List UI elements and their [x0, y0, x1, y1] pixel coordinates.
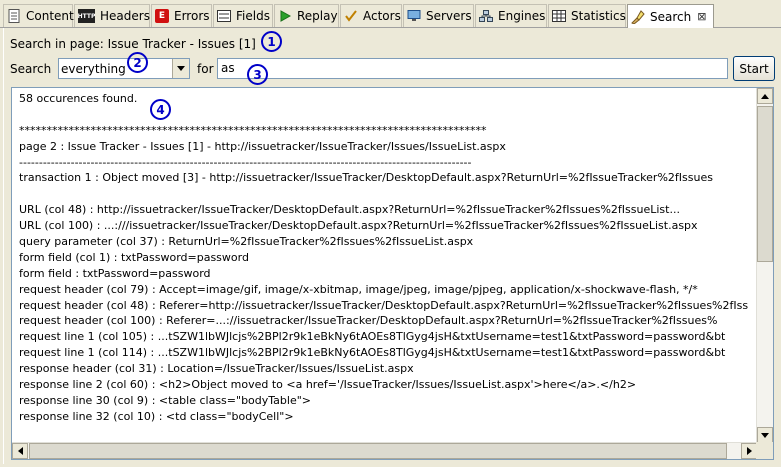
tab-replay-label: Replay [297, 9, 338, 23]
tab-errors-label: Errors [174, 9, 210, 23]
network-icon [479, 9, 493, 23]
tab-actors-label: Actors [363, 9, 401, 23]
result-line: URL (col 48) : http://issuetracker/Issue… [19, 203, 680, 217]
search-panel: Search in page: Issue Tracker - Issues [… [3, 28, 778, 464]
fields-icon [217, 9, 231, 23]
flashlight-icon [631, 9, 645, 24]
callout-2: 2 [127, 52, 148, 73]
tab-headers-label: Headers [100, 9, 150, 23]
result-line: response line 32 (col 10) : <td class="b… [19, 409, 294, 423]
result-line: URL (col 100) : ...:///issuetracker/Issu… [19, 219, 698, 233]
result-line: transaction 1 : Object moved [3] - http:… [19, 171, 713, 185]
tab-actors[interactable]: Actors [340, 4, 402, 27]
error-icon: E [155, 9, 169, 23]
result-line: request line 1 (col 105) : ...tSZW1lbWJl… [19, 330, 726, 344]
vertical-scrollbar[interactable] [756, 88, 773, 443]
tab-engines-label: Engines [498, 9, 546, 23]
tab-replay[interactable]: Replay [274, 4, 339, 27]
scope-dropdown-value: everything [61, 61, 126, 76]
result-line: response line 2 (col 60) : <h2>Object mo… [19, 378, 637, 392]
chevron-down-icon[interactable] [172, 59, 189, 78]
tab-engines[interactable]: Engines [475, 4, 547, 27]
scroll-left-button[interactable] [12, 443, 28, 459]
results-text: 58 occurences found. ********************… [19, 91, 749, 438]
tab-content[interactable]: Content [3, 4, 74, 27]
tab-search[interactable]: Search ⊠ [627, 4, 714, 28]
result-line [19, 186, 749, 202]
result-line: ----------------------------------------… [19, 155, 472, 169]
tab-content-label: Content [26, 9, 74, 23]
tab-servers[interactable]: Servers [403, 4, 474, 27]
tab-headers[interactable]: HTTP Headers [74, 4, 150, 27]
horizontal-scrollbar[interactable] [12, 442, 757, 459]
tab-statistics-label: Statistics [571, 9, 626, 23]
callout-3: 3 [247, 64, 268, 85]
result-line: request header (col 79) : Accept=image/g… [19, 282, 698, 296]
result-line: request header (col 48) : Referer=http:/… [19, 298, 749, 312]
result-line: page 2 : Issue Tracker - Issues [1] - ht… [19, 139, 506, 153]
search-page-label: Search in page: Issue Tracker - Issues [… [10, 37, 256, 51]
result-line: form field : txtPassword=password [19, 266, 211, 280]
scroll-right-button[interactable] [741, 443, 757, 459]
start-button[interactable]: Start [733, 56, 775, 81]
for-label: for [197, 62, 214, 76]
result-line: form field (col 1) : txtPassword=passwor… [19, 250, 249, 264]
result-line: response header (col 31) : Location=/Iss… [19, 362, 414, 376]
tab-fields[interactable]: Fields [213, 4, 273, 27]
play-icon [278, 9, 292, 23]
results-pane[interactable]: 58 occurences found. ********************… [11, 87, 774, 460]
scope-dropdown[interactable]: everything [58, 58, 190, 79]
scrollbar-corner [756, 442, 773, 459]
vertical-scroll-thumb[interactable] [757, 106, 773, 262]
page-icon [7, 9, 21, 23]
close-icon[interactable]: ⊠ [697, 10, 706, 23]
checkmark-icon [344, 9, 358, 23]
result-line: ****************************************… [19, 123, 487, 137]
result-line: response line 30 (col 9) : <table class=… [19, 393, 311, 407]
table-icon [552, 9, 566, 23]
callout-1: 1 [261, 31, 282, 52]
result-line: request header (col 100) : Referer=...:/… [19, 314, 718, 328]
scroll-down-button[interactable] [757, 427, 773, 443]
search-row: Search everything for as Start [10, 56, 775, 81]
result-line: query parameter (col 37) : ReturnUrl=%2f… [19, 235, 474, 249]
search-input[interactable]: as [217, 58, 728, 79]
tab-errors[interactable]: E Errors [151, 4, 212, 27]
tab-fields-label: Fields [236, 9, 270, 23]
view-tab-bar: Content HTTP Headers E Errors Fields Repla… [0, 0, 781, 28]
tab-statistics[interactable]: Statistics [548, 4, 626, 27]
result-line: 58 occurences found. [19, 92, 138, 105]
http-icon: HTTP [78, 9, 95, 23]
callout-4: 4 [150, 99, 171, 120]
monitor-icon [407, 9, 421, 23]
tab-search-label: Search [650, 9, 692, 24]
result-line: request line 1 (col 114) : ...tSZW1lbWJl… [19, 346, 726, 360]
result-line [19, 107, 749, 123]
search-label: Search [10, 62, 52, 76]
scroll-up-button[interactable] [757, 88, 773, 104]
tab-servers-label: Servers [426, 9, 472, 23]
horizontal-scroll-thumb[interactable] [29, 443, 727, 459]
